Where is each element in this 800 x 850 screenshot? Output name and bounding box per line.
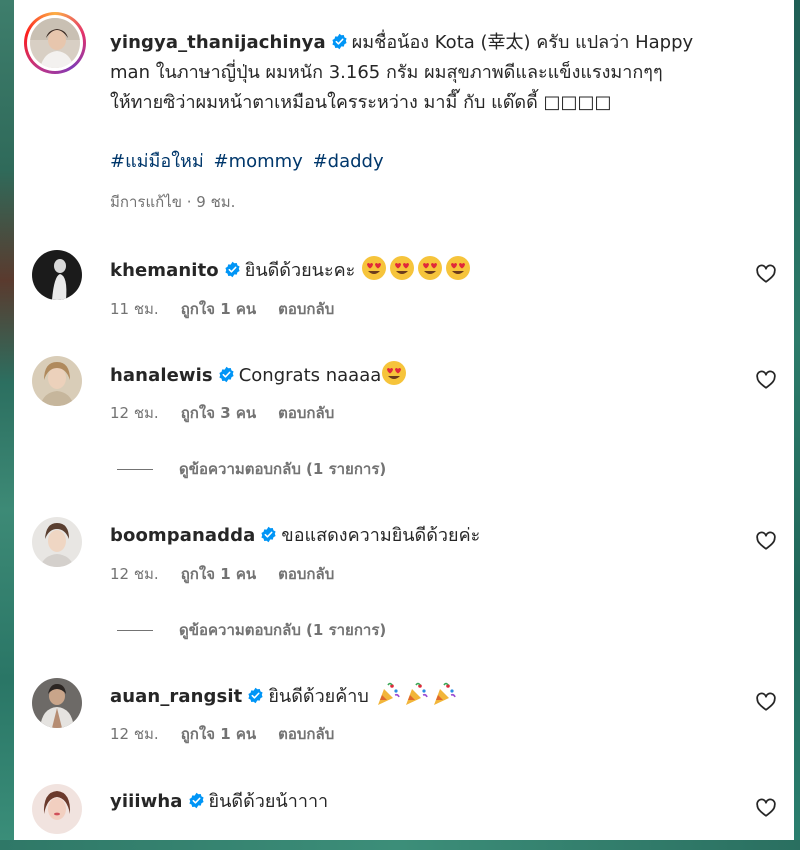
comments-panel[interactable]: yingya_thanijachinya ผมชื่อน้อง Kota (幸太)… bbox=[14, 0, 794, 840]
hashtags: #แม่มือใหม่ #mommy #daddy bbox=[110, 146, 388, 175]
comment-meta: 12 ชม. ถูกใจ 3 คน ตอบกลับ bbox=[110, 401, 356, 425]
comment-username[interactable]: yiiiwha bbox=[110, 791, 183, 812]
caption-first-line: yingya_thanijachinya ผมชื่อน้อง Kota (幸太)… bbox=[110, 28, 693, 58]
comment-time[interactable]: 12 ชม. bbox=[110, 725, 159, 743]
comment-item: auan_rangsit ยินดีด้วยค้าบ 12 ชม. ถูกใจ 1 … bbox=[14, 673, 794, 763]
background-bottom-edge bbox=[0, 840, 800, 850]
party-popper-emoji-icon bbox=[405, 682, 428, 705]
verified-badge-icon bbox=[219, 366, 234, 383]
avatar[interactable] bbox=[32, 678, 82, 728]
reply-button[interactable]: ตอบกลับ bbox=[278, 300, 334, 318]
hashtag-link[interactable]: #daddy bbox=[313, 151, 384, 172]
avatar[interactable] bbox=[32, 784, 82, 834]
heart-outline-icon[interactable] bbox=[755, 369, 777, 391]
background-left-edge bbox=[0, 0, 14, 850]
heart-eyes-emoji-icon bbox=[390, 256, 415, 280]
comment-text: ยินดีด้วยนะคะ bbox=[244, 260, 356, 281]
avatar[interactable] bbox=[32, 517, 82, 567]
caption-text-line3: ให้ทายซิว่าผมหน้าตาเหมือนใครระหว่าง มามี… bbox=[110, 92, 612, 113]
verified-badge-icon bbox=[332, 33, 347, 50]
heart-outline-icon[interactable] bbox=[755, 691, 777, 713]
hashtag-link[interactable]: #mommy bbox=[213, 151, 302, 172]
verified-badge-icon bbox=[248, 687, 263, 704]
comment-username[interactable]: hanalewis bbox=[110, 365, 213, 386]
reply-button[interactable]: ตอบกลับ bbox=[278, 725, 334, 743]
post-caption: yingya_thanijachinya ผมชื่อน้อง Kota (幸太)… bbox=[14, 0, 794, 230]
comment-username[interactable]: boompanadda bbox=[110, 525, 255, 546]
verified-badge-icon bbox=[188, 792, 204, 809]
comment-meta: 12 ชม. ถูกใจ 1 คน ตอบกลับ bbox=[110, 562, 356, 586]
avatar[interactable] bbox=[32, 250, 82, 300]
comment-time[interactable]: 11 ชม. bbox=[110, 300, 159, 318]
reply-button[interactable]: ตอบกลับ bbox=[278, 404, 334, 422]
comment-text: ยินดีด้วยน้าาาา bbox=[208, 791, 329, 812]
comment-time[interactable]: 12 ชม. bbox=[110, 565, 159, 583]
heart-eyes-emoji-icon bbox=[446, 256, 471, 280]
avatar[interactable] bbox=[30, 18, 80, 68]
comment-username[interactable]: auan_rangsit bbox=[110, 686, 242, 707]
caption-text-line1: ผมชื่อน้อง Kota (幸太) ครับ แปลว่า Happy bbox=[351, 32, 694, 53]
comment-like-count[interactable]: ถูกใจ 1 คน bbox=[181, 565, 256, 583]
caption-text-line2: man ในภาษาญี่ปุ่น ผมหนัก 3.165 กรัม ผมสุ… bbox=[110, 62, 663, 83]
party-popper-emoji-icon bbox=[377, 682, 400, 705]
comment-item: hanalewis Congrats naaaa 12 ชม. ถูกใจ 3 คน… bbox=[14, 351, 794, 491]
comment-item: khemanito ยินดีด้วยนะคะ 11 ชม. ถูกใจ 1 คน ต… bbox=[14, 245, 794, 335]
view-replies-button[interactable]: ดูข้อความตอบกลับ (1 รายการ) bbox=[117, 618, 386, 642]
comment-text: ยินดีด้วยค้าบ bbox=[268, 686, 369, 707]
comment-username[interactable]: khemanito bbox=[110, 260, 219, 281]
background-right-edge bbox=[794, 0, 800, 850]
comment-body: khemanito ยินดีด้วยนะคะ bbox=[110, 255, 473, 286]
heart-outline-icon[interactable] bbox=[755, 530, 777, 552]
reply-button[interactable]: ตอบกลับ bbox=[278, 565, 334, 583]
comment-meta: 12 ชม. ถูกใจ 1 คน ตอบกลับ bbox=[110, 722, 356, 746]
comment-body: yiiiwha ยินดีด้วยน้าาาา bbox=[110, 787, 328, 817]
post-author-username[interactable]: yingya_thanijachinya bbox=[110, 32, 326, 53]
replies-divider bbox=[117, 469, 153, 470]
comment-body: boompanadda ขอแสดงความยินดีด้วยค่ะ bbox=[110, 521, 480, 551]
comment-body: hanalewis Congrats naaaa bbox=[110, 360, 409, 391]
heart-outline-icon[interactable] bbox=[755, 797, 777, 819]
hashtag-link[interactable]: #แม่มือใหม่ bbox=[110, 151, 204, 172]
comment-like-count[interactable]: ถูกใจ 1 คน bbox=[181, 725, 256, 743]
view-replies-label: ดูข้อความตอบกลับ (1 รายการ) bbox=[179, 460, 387, 478]
heart-eyes-emoji-icon bbox=[362, 256, 387, 280]
party-popper-emoji-icon bbox=[433, 682, 456, 705]
verified-badge-icon bbox=[225, 261, 240, 278]
comment-text: Congrats naaaa bbox=[238, 365, 382, 386]
verified-badge-icon bbox=[261, 526, 276, 543]
comment-body: auan_rangsit ยินดีด้วยค้าบ bbox=[110, 681, 459, 712]
heart-eyes-emoji-icon bbox=[418, 256, 443, 280]
heart-outline-icon[interactable] bbox=[755, 263, 777, 285]
heart-eyes-emoji-icon bbox=[382, 361, 407, 385]
edited-timestamp: มีการแก้ไข · 9 ชม. bbox=[110, 193, 236, 211]
comment-meta: 11 ชม. ถูกใจ 1 คน ตอบกลับ bbox=[110, 297, 356, 321]
comment-item: yiiiwha ยินดีด้วยน้าาาา bbox=[14, 780, 794, 840]
comment-text: ขอแสดงความยินดีด้วยค่ะ bbox=[281, 525, 481, 546]
comment-like-count[interactable]: ถูกใจ 3 คน bbox=[181, 404, 256, 422]
view-replies-button[interactable]: ดูข้อความตอบกลับ (1 รายการ) bbox=[117, 457, 386, 481]
story-ring[interactable] bbox=[24, 12, 86, 74]
comment-item: boompanadda ขอแสดงความยินดีด้วยค่ะ 12 ชม.… bbox=[14, 512, 794, 652]
comment-like-count[interactable]: ถูกใจ 1 คน bbox=[181, 300, 256, 318]
view-replies-label: ดูข้อความตอบกลับ (1 รายการ) bbox=[179, 621, 387, 639]
replies-divider bbox=[117, 630, 153, 631]
comment-time[interactable]: 12 ชม. bbox=[110, 404, 159, 422]
avatar[interactable] bbox=[32, 356, 82, 406]
